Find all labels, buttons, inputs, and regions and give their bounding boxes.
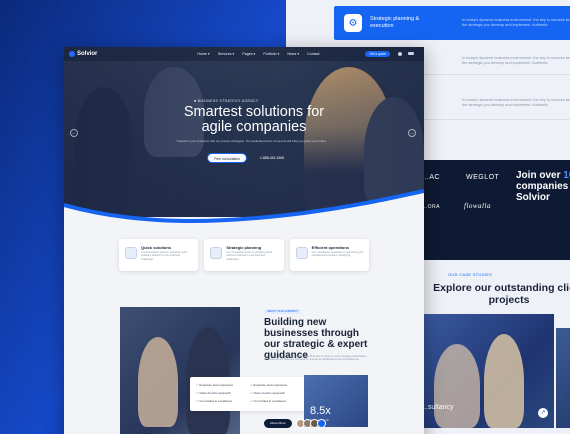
check-item: Expertise and experience [250,383,287,387]
efficient-operations-icon [295,247,308,259]
feature-title: Strategic planning [226,245,262,250]
hero-title: Smartest solutions for agile companies [183,104,325,135]
menu-icon[interactable] [408,52,414,55]
about-tag: ABOUT OUR COMPANY [264,309,302,314]
phone-number[interactable]: 1-888-452-1505 [260,156,284,160]
client-logo: ...AC [422,174,441,181]
feature-card[interactable]: Quick solutions Our consultants work on … [119,239,199,271]
check-item: Client-Centric approach [250,391,285,395]
about-desc: Our mission is to empower businesses off… [264,355,367,362]
join-heading: Join over 100 companies w Solvior [516,170,570,203]
service-title: Strategic planning & execution [370,16,420,29]
top-nav: Solvior Home ▾ Services ▾ Pages ▾ Portfo… [64,47,424,61]
menu-item-news[interactable]: News ▾ [287,52,299,56]
check-item: Client-Centric approach [196,391,231,395]
about-more-button[interactable]: About More [264,419,292,428]
service-item-active[interactable]: ⚙ Strategic planning & execution In toda… [334,6,570,40]
free-consultation-button[interactable]: Free consultation [207,153,248,163]
menu-item-portfolio[interactable]: Portfolio ▾ [263,52,279,56]
prev-slide-icon[interactable]: ← [70,129,78,137]
project-arrow-icon[interactable]: ↗ [538,408,548,418]
feature-title: Efficient operations [311,245,349,250]
about-image [120,307,240,434]
feature-card[interactable]: Efficient operations Our consultancy spe… [289,239,369,271]
menu-item-home[interactable]: Home ▾ [197,52,209,56]
check-item: Committed to excellence [196,399,232,403]
service-desc: In today's dynamic business environment,… [462,18,570,27]
feature-card[interactable]: Strategic planning Our consultants work … [204,239,284,271]
feature-desc: Our consultancy specialize in optimizing… [311,251,364,258]
project-caption: ...sultancy [422,404,454,411]
projects-title: Explore our outstanding client projects [433,282,570,306]
projects-tag: OUR CASE STUDIES [448,272,493,277]
main-menu: Home ▾ Services ▾ Pages ▾ Portfolio ▾ Ne… [197,52,319,56]
client-logo: WEGLOT [466,174,500,181]
service-desc: In today's dynamic business environment,… [462,56,570,65]
strategic-planning-icon [210,247,223,259]
hero-wave [64,189,424,227]
check-item: Committed to excellence [250,399,286,403]
check-item: Expertise and experience [196,383,233,387]
strategy-icon: ⚙ [344,14,362,32]
clients-section: ...AC WEGLOT ...ORA flowalla Join over 1… [416,160,570,260]
front-page-preview: Solvior Home ▾ Services ▾ Pages ▾ Portfo… [64,47,424,434]
service-desc: In today's dynamic business environment,… [462,98,570,107]
menu-item-pages[interactable]: Pages ▾ [242,52,255,56]
hero-subtitle: Transform your business with our proven … [176,139,326,143]
next-slide-icon[interactable]: → [408,129,416,137]
hero-eyebrow: ■ BUSINESS STRATEGY AGENCY [194,99,259,103]
stat-value: 8.5x [310,405,331,417]
get-quote-button[interactable]: Get a quote [365,51,390,57]
feature-desc: Our consultants work on providing quick … [226,251,273,261]
logo-icon [69,51,75,57]
client-logo: ...ORA [422,204,441,210]
quick-solutions-icon [125,247,137,259]
features-row: Quick solutions Our consultants work on … [119,239,369,271]
client-logo: flowalla [464,202,491,210]
menu-item-services[interactable]: Services ▾ [218,52,235,56]
avatar-more[interactable] [317,419,326,428]
search-icon[interactable] [398,52,402,56]
project-image[interactable] [556,328,570,428]
team-avatars [296,419,326,428]
menu-item-contact[interactable]: Contact [307,52,319,56]
brand-logo[interactable]: Solvior [77,51,97,57]
feature-title: Quick solutions [141,245,172,250]
feature-desc: Our consultants work on providing quick … [141,251,187,261]
